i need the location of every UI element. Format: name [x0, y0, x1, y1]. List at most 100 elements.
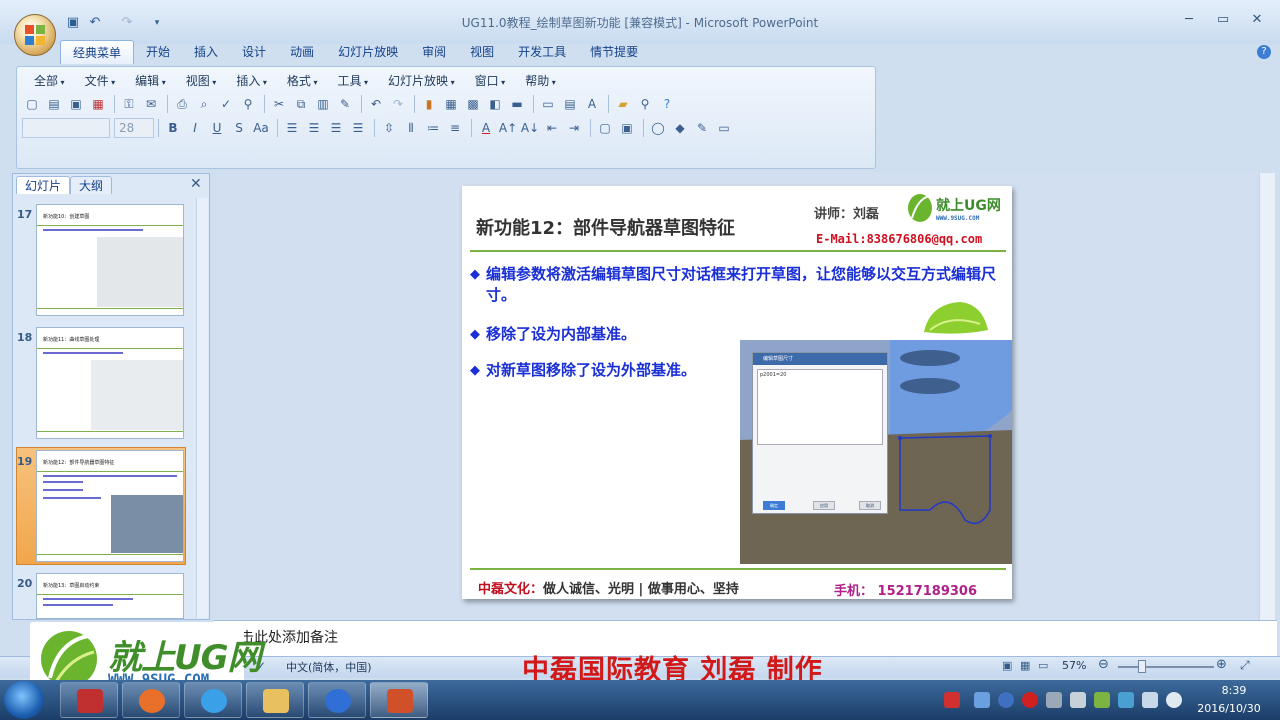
undo-icon[interactable]: ↶	[86, 14, 104, 32]
zoom-in-icon[interactable]: ⊕	[1216, 657, 1227, 672]
fit-to-window-icon[interactable]: ⤢	[1240, 658, 1250, 673]
tab-design[interactable]: 设计	[230, 40, 278, 64]
slide-thumbnail[interactable]: 新功能13：草图启动约束	[36, 573, 184, 619]
taskbar-app[interactable]	[122, 682, 180, 718]
paste-icon[interactable]: ▥	[313, 94, 333, 114]
slide-thumbnail[interactable]: 新功能10：创建草图	[36, 204, 184, 316]
print-icon[interactable]: ⎙	[172, 94, 192, 114]
slides-pane-scrollbar[interactable]	[196, 198, 208, 618]
shadow-icon[interactable]: S	[229, 118, 249, 138]
help-icon[interactable]: ?	[1257, 45, 1271, 59]
italic-icon[interactable]: I	[185, 118, 205, 138]
tray-volume-icon[interactable]	[1166, 692, 1182, 708]
menu-tools[interactable]: 工具	[327, 72, 378, 90]
undo-icon[interactable]: ↶	[366, 94, 386, 114]
save-icon[interactable]: ▣	[66, 94, 86, 114]
dimension-list[interactable]: p2001=20	[757, 369, 883, 445]
taskbar-app[interactable]	[308, 682, 366, 718]
tray-security-icon[interactable]	[1094, 692, 1110, 708]
textbox-icon[interactable]: A	[582, 94, 602, 114]
more-icon[interactable]: ▭	[714, 118, 734, 138]
tab-classic-menu[interactable]: 经典菜单	[60, 40, 135, 64]
underline-icon[interactable]: U	[207, 118, 227, 138]
tray-network-icon[interactable]	[974, 692, 990, 708]
zoom-out-icon[interactable]: ⊖	[1098, 657, 1109, 672]
print-preview-icon[interactable]: ⌕	[194, 94, 214, 114]
layout-icon[interactable]: ▤	[560, 94, 580, 114]
clock-date[interactable]: 2016/10/30	[1196, 702, 1262, 715]
menu-insert[interactable]: 插入	[226, 72, 277, 90]
slide-canvas[interactable]: 新功能12：部件导航器草图特征 讲师：刘磊 就上UG网 WWW.9SUG.COM…	[462, 186, 1012, 599]
tab-home[interactable]: 开始	[134, 40, 182, 64]
tray-stop-icon[interactable]	[1022, 692, 1038, 708]
menu-view[interactable]: 视图	[176, 72, 227, 90]
tray-shield-icon[interactable]	[998, 692, 1014, 708]
start-button[interactable]	[4, 681, 44, 719]
change-case-icon[interactable]: Aa	[251, 118, 271, 138]
maximize-button[interactable]: ▭	[1208, 12, 1238, 32]
slideshow-view-icon[interactable]: ▭	[1038, 659, 1048, 672]
new-slide-icon[interactable]: ▣	[617, 118, 637, 138]
justify-icon[interactable]: ☰	[348, 118, 368, 138]
close-button[interactable]: ✕	[1242, 12, 1272, 32]
tray-display-icon[interactable]	[1142, 692, 1158, 708]
zoom-icon[interactable]: ⚲	[635, 94, 655, 114]
tray-pen-icon[interactable]	[1070, 692, 1086, 708]
picture-icon[interactable]: ▩	[463, 94, 483, 114]
tab-storyboard[interactable]: 情节提要	[578, 40, 650, 64]
zoom-level[interactable]: 57%	[1062, 659, 1086, 672]
taskbar-app[interactable]	[184, 682, 242, 718]
help-circle-icon[interactable]: ?	[657, 94, 677, 114]
chart-icon[interactable]: ▮	[419, 94, 439, 114]
table-icon[interactable]: ▦	[441, 94, 461, 114]
columns-icon[interactable]: ⫴	[401, 118, 421, 138]
line-icon[interactable]: ▬	[507, 94, 527, 114]
taskbar-app-powerpoint[interactable]	[370, 682, 428, 718]
research-icon[interactable]: ⚲	[238, 94, 258, 114]
office-button[interactable]	[14, 14, 56, 56]
menu-slideshow[interactable]: 幻灯片放映	[378, 72, 465, 90]
decrease-indent-icon[interactable]: ⇤	[542, 118, 562, 138]
bold-icon[interactable]: B	[163, 118, 183, 138]
slide-design-icon[interactable]: ▢	[595, 118, 615, 138]
numbering-icon[interactable]: ≔	[423, 118, 443, 138]
normal-view-icon[interactable]: ▣	[1002, 659, 1012, 672]
fill-color-icon[interactable]: ◆	[670, 118, 690, 138]
clock-time[interactable]: 8:39	[1214, 684, 1254, 697]
taskbar-app[interactable]	[246, 682, 304, 718]
tab-outline[interactable]: 大纲	[70, 176, 113, 194]
edit-sketch-dimension-dialog[interactable]: 编辑草图尺寸 p2001=20 确定 应用 取消	[752, 352, 888, 514]
dialog-cancel-button[interactable]: 取消	[859, 501, 881, 510]
shapes-icon[interactable]: ◯	[648, 118, 668, 138]
menu-file[interactable]: 文件	[75, 72, 126, 90]
menu-edit[interactable]: 编辑	[125, 72, 176, 90]
dialog-apply-button[interactable]: 应用	[813, 501, 835, 510]
text-direction-icon[interactable]: ⇳	[379, 118, 399, 138]
format-painter-icon[interactable]: ✎	[335, 94, 355, 114]
menu-help[interactable]: 帮助	[515, 72, 566, 90]
tab-insert[interactable]: 插入	[182, 40, 230, 64]
tab-animation[interactable]: 动画	[278, 40, 326, 64]
save-icon[interactable]: ▣	[64, 14, 82, 32]
bullets-icon[interactable]: ≡	[445, 118, 465, 138]
font-color-icon[interactable]: A	[476, 118, 496, 138]
pdf-icon[interactable]: ▦	[88, 94, 108, 114]
color-icon[interactable]: ◧	[485, 94, 505, 114]
zoom-slider-thumb[interactable]	[1138, 660, 1146, 673]
tray-app-icon[interactable]	[944, 692, 960, 708]
align-center-icon[interactable]: ☰	[304, 118, 324, 138]
align-right-icon[interactable]: ☰	[326, 118, 346, 138]
tray-device-icon[interactable]	[1046, 692, 1062, 708]
line-color-icon[interactable]: ✎	[692, 118, 712, 138]
redo-icon[interactable]: ↷	[118, 14, 136, 32]
spelling-icon[interactable]: ✓	[216, 94, 236, 114]
new-icon[interactable]: ▢	[22, 94, 42, 114]
tray-flag-icon[interactable]	[1118, 692, 1134, 708]
slide-thumbnail[interactable]: 新功能11：曲线草图处理	[36, 327, 184, 439]
customize-qat-icon[interactable]: ▾	[148, 14, 166, 32]
dialog-ok-button[interactable]: 确定	[763, 501, 785, 510]
cut-icon[interactable]: ✂	[269, 94, 289, 114]
email-icon[interactable]: ✉	[141, 94, 161, 114]
menu-window[interactable]: 窗口	[465, 72, 516, 90]
menu-format[interactable]: 格式	[277, 72, 328, 90]
